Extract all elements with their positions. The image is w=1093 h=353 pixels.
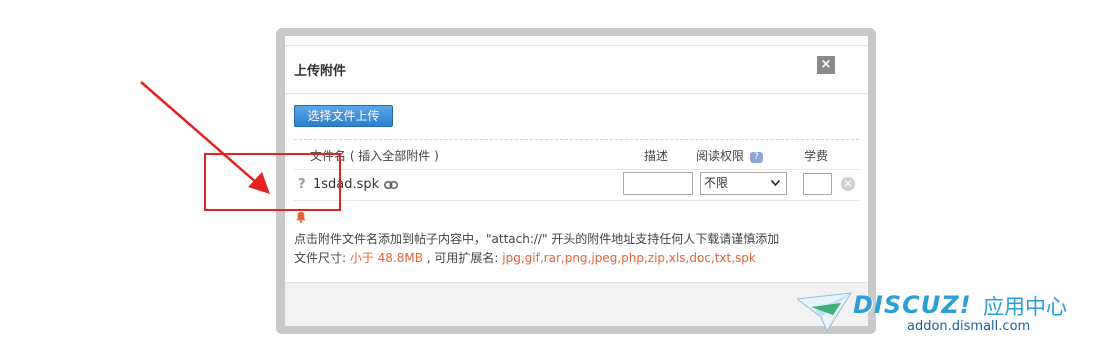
- description-input[interactable]: [623, 172, 693, 195]
- watermark-url: addon.dismall.com: [907, 319, 1031, 334]
- column-header-permission: 阅读权限 ?: [696, 147, 763, 164]
- watermark-label: 应用中心: [983, 295, 1067, 319]
- file-size-tip: 文件尺寸: 小于 48.8MB , 可用扩展名: jpg,gif,rar,png…: [294, 249, 756, 266]
- row-divider: [294, 200, 859, 201]
- watermark-brand: DISCUZ!: [853, 291, 972, 319]
- column-header-fee: 学费: [804, 149, 829, 163]
- select-file-upload-button[interactable]: 选择文件上传: [294, 105, 393, 127]
- dialog-top-strip: [285, 36, 868, 46]
- annotation-highlight-box: [204, 153, 341, 211]
- dialog-footer: [285, 282, 868, 326]
- extensions-label: , 可用扩展名:: [422, 251, 503, 265]
- attach-tip: 点击附件文件名添加到帖子内容中，"attach://" 开头的附件地址支持任何人…: [294, 232, 780, 246]
- close-button[interactable]: ×: [817, 56, 835, 74]
- size-limit-value: 小于 48.8MB: [349, 251, 423, 265]
- link-icon[interactable]: [384, 181, 398, 189]
- file-size-label: 文件尺寸:: [294, 251, 350, 265]
- delete-icon[interactable]: ×: [841, 177, 855, 191]
- allowed-extensions-value: jpg,gif,rar,png,jpeg,php,zip,xls,doc,txt…: [502, 251, 756, 265]
- dialog-title: 上传附件: [294, 64, 347, 79]
- watermark: DISCUZ! 应用中心 addon.dismall.com: [797, 289, 1082, 341]
- fee-input[interactable]: [803, 173, 832, 195]
- chevron-down-icon: [771, 180, 780, 186]
- permission-help-icon[interactable]: ?: [749, 152, 763, 163]
- paper-plane-logo-icon: [797, 292, 852, 333]
- row-divider: [294, 169, 859, 170]
- column-header-description: 描述: [644, 149, 669, 163]
- header-divider: [285, 93, 868, 94]
- permission-select[interactable]: 不限: [700, 172, 787, 195]
- toolbar-divider: [294, 139, 859, 140]
- permission-selected-value: 不限: [704, 176, 729, 190]
- permission-header-label: 阅读权限: [696, 149, 745, 163]
- upload-attachment-dialog: 上传附件 × 选择文件上传 文件名 ( 插入全部附件 ) 描述 阅读权限 ? 学…: [285, 36, 868, 326]
